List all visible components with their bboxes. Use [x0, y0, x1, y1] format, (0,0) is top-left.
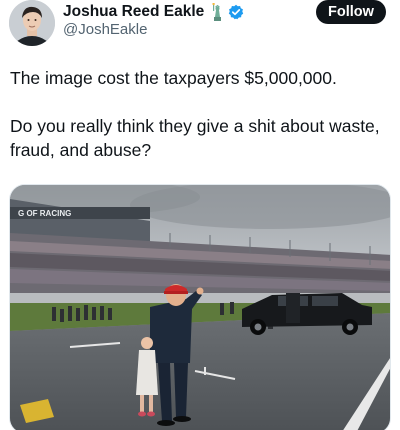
avatar[interactable]	[9, 0, 55, 46]
person-portrait-avatar-icon	[9, 0, 55, 46]
follow-button[interactable]: Follow	[316, 0, 386, 24]
grandstand-sign: G OF RACING	[18, 209, 71, 218]
author-handle[interactable]: @JoshEakle	[63, 21, 147, 38]
tweet-text-line-2: Do you really think they give a shit abo…	[10, 116, 380, 160]
display-name[interactable]: Joshua Reed Eakle	[63, 3, 204, 21]
name-row: Joshua Reed Eakle	[63, 2, 244, 22]
tweet-text-line-1: The image cost the taxpayers $5,000,000.	[10, 68, 337, 88]
tweet-text: The image cost the taxpayers $5,000,000.…	[10, 66, 395, 162]
verified-badge-icon[interactable]	[228, 4, 244, 20]
tweet-header: Joshua Reed Eakle @JoshEakle Follow	[0, 0, 400, 52]
statue-of-liberty-icon	[210, 2, 224, 21]
speedway-photo: G OF RACING	[10, 185, 390, 430]
tweet-media-image[interactable]: G OF RACING	[9, 184, 391, 430]
